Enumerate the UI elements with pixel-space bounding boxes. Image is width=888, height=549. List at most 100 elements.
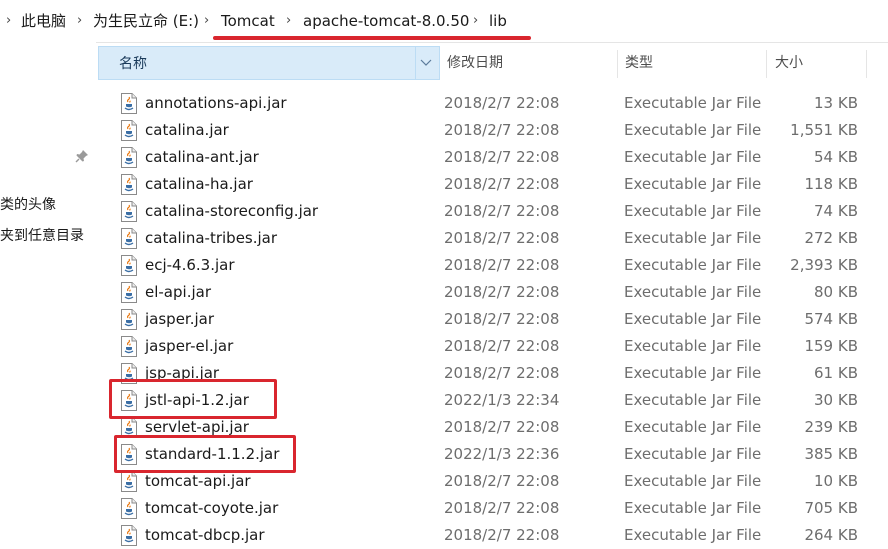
file-row[interactable]: standard-1.1.2.jar 2022/1/3 22:36 Executab… <box>96 441 888 468</box>
jar-file-icon <box>121 309 137 330</box>
file-modified-date: 2018/2/7 22:08 <box>444 418 560 436</box>
file-size: 61 KB <box>814 364 858 382</box>
file-modified-date: 2018/2/7 22:08 <box>444 121 560 139</box>
file-row[interactable]: el-api.jar 2018/2/7 22:08 Executable Jar F… <box>96 279 888 306</box>
file-type: Executable Jar File <box>624 310 762 328</box>
file-row[interactable]: jstl-api-1.2.jar 2022/1/3 22:34 Executable… <box>96 387 888 414</box>
file-modified-date: 2018/2/7 22:08 <box>444 526 560 544</box>
file-row[interactable]: jasper.jar 2018/2/7 22:08 Executable Jar F… <box>96 306 888 333</box>
file-name: tomcat-api.jar <box>145 472 251 490</box>
nav-item-folder[interactable]: 夹到任意目录 <box>0 227 84 245</box>
file-type: Executable Jar File <box>624 148 762 166</box>
file-row[interactable]: catalina-tribes.jar 2018/2/7 22:08 Executa… <box>96 225 888 252</box>
jar-file-icon <box>121 471 137 492</box>
file-modified-date: 2018/2/7 22:08 <box>444 337 560 355</box>
file-modified-date: 2018/2/7 22:08 <box>444 256 560 274</box>
file-type: Executable Jar File <box>624 472 762 490</box>
file-row[interactable]: tomcat-coyote.jar 2018/2/7 22:08 Executabl… <box>96 495 888 522</box>
file-name: annotations-api.jar <box>145 94 287 112</box>
file-name: catalina-storeconfig.jar <box>145 202 319 220</box>
column-header-type[interactable]: 类型 <box>617 46 767 80</box>
file-modified-date: 2018/2/7 22:08 <box>444 148 560 166</box>
file-row[interactable]: jasper-el.jar 2018/2/7 22:08 Executable Ja… <box>96 333 888 360</box>
file-row[interactable]: catalina.jar 2018/2/7 22:08 Executable Jar… <box>96 117 888 144</box>
file-type: Executable Jar File <box>624 94 762 112</box>
column-divider[interactable] <box>866 50 867 78</box>
file-type: Executable Jar File <box>624 499 762 517</box>
file-modified-date: 2018/2/7 22:08 <box>444 94 560 112</box>
nav-item-avatar[interactable]: 类的头像 <box>0 196 56 214</box>
jar-file-icon <box>121 93 137 114</box>
file-name: tomcat-dbcp.jar <box>145 526 265 544</box>
file-name: tomcat-coyote.jar <box>145 499 279 517</box>
file-size: 54 KB <box>814 148 858 166</box>
breadcrumb-chevron-icon[interactable]: › <box>473 12 478 30</box>
file-type: Executable Jar File <box>624 229 762 247</box>
navigation-pane: 类的头像 夹到任意目录 <box>0 42 96 543</box>
breadcrumb-tomcat[interactable]: Tomcat <box>221 11 275 31</box>
file-size: 13 KB <box>814 94 858 112</box>
file-row[interactable]: annotations-api.jar 2018/2/7 22:08 Executa… <box>96 90 888 117</box>
jar-file-icon <box>121 444 137 465</box>
column-header: 名称 修改日期 类型 大小 <box>96 46 888 82</box>
file-size: 239 KB <box>804 418 858 436</box>
red-underline-annotation <box>213 36 531 40</box>
file-type: Executable Jar File <box>624 283 762 301</box>
jar-file-icon <box>121 201 137 222</box>
column-type-label: 类型 <box>625 55 653 71</box>
breadcrumb-apache-tomcat[interactable]: apache-tomcat-8.0.50 <box>303 11 469 31</box>
file-modified-date: 2018/2/7 22:08 <box>444 472 560 490</box>
file-modified-date: 2022/1/3 22:36 <box>444 445 560 463</box>
file-name: catalina-ha.jar <box>145 175 253 193</box>
jar-file-icon <box>121 255 137 276</box>
file-row[interactable]: catalina-ha.jar 2018/2/7 22:08 Executable … <box>96 171 888 198</box>
file-row[interactable]: tomcat-dbcp.jar 2018/2/7 22:08 Executable … <box>96 522 888 549</box>
file-size: 272 KB <box>804 229 858 247</box>
pin-icon[interactable] <box>75 149 89 163</box>
column-header-size[interactable]: 大小 <box>767 46 867 80</box>
file-type: Executable Jar File <box>624 256 762 274</box>
file-type: Executable Jar File <box>624 337 762 355</box>
breadcrumb-chevron-icon[interactable]: › <box>6 12 11 30</box>
column-divider[interactable] <box>415 46 416 80</box>
file-type: Executable Jar File <box>624 175 762 193</box>
jar-file-icon <box>121 120 137 141</box>
file-size: 1,551 KB <box>790 121 858 139</box>
breadcrumb-chevron-icon[interactable]: › <box>204 12 209 30</box>
jar-file-icon <box>121 174 137 195</box>
file-row[interactable]: ecj-4.6.3.jar 2018/2/7 22:08 Executable Ja… <box>96 252 888 279</box>
jar-file-icon <box>121 390 137 411</box>
file-type: Executable Jar File <box>624 391 762 409</box>
breadcrumb-chevron-icon[interactable]: › <box>77 12 82 30</box>
column-header-date[interactable]: 修改日期 <box>439 46 617 80</box>
file-modified-date: 2018/2/7 22:08 <box>444 499 560 517</box>
file-size: 574 KB <box>804 310 858 328</box>
jar-file-icon <box>121 147 137 168</box>
column-header-name[interactable]: 名称 <box>98 46 440 80</box>
jar-file-icon <box>121 417 137 438</box>
file-name: servlet-api.jar <box>145 418 249 436</box>
address-breadcrumb-bar: › 此电脑 › 为生民立命 (E:) › Tomcat › apache-tom… <box>0 0 888 43</box>
file-row[interactable]: catalina-storeconfig.jar 2018/2/7 22:08 Ex… <box>96 198 888 225</box>
file-row[interactable]: tomcat-api.jar 2018/2/7 22:08 Executable J… <box>96 468 888 495</box>
file-row[interactable]: jsp-api.jar 2018/2/7 22:08 Executable Jar … <box>96 360 888 387</box>
breadcrumb-lib[interactable]: lib <box>489 11 507 31</box>
file-modified-date: 2018/2/7 22:08 <box>444 202 560 220</box>
file-size: 30 KB <box>814 391 858 409</box>
file-row[interactable]: catalina-ant.jar 2018/2/7 22:08 Executable… <box>96 144 888 171</box>
file-list: annotations-api.jar 2018/2/7 22:08 Executa… <box>96 90 888 546</box>
jar-file-icon <box>121 498 137 519</box>
jar-file-icon <box>121 228 137 249</box>
file-row[interactable]: servlet-api.jar 2018/2/7 22:08 Executable … <box>96 414 888 441</box>
breadcrumb-chevron-icon[interactable]: › <box>286 12 291 30</box>
file-size: 74 KB <box>814 202 858 220</box>
file-name: catalina.jar <box>145 121 229 139</box>
file-modified-date: 2018/2/7 22:08 <box>444 310 560 328</box>
breadcrumb-drive-e[interactable]: 为生民立命 (E:) <box>93 11 199 31</box>
file-size: 10 KB <box>814 472 858 490</box>
breadcrumb-this-pc[interactable]: 此电脑 <box>21 11 66 31</box>
file-modified-date: 2018/2/7 22:08 <box>444 229 560 247</box>
file-type: Executable Jar File <box>624 445 762 463</box>
chevron-down-icon[interactable] <box>420 59 432 67</box>
file-name: standard-1.1.2.jar <box>145 445 280 463</box>
